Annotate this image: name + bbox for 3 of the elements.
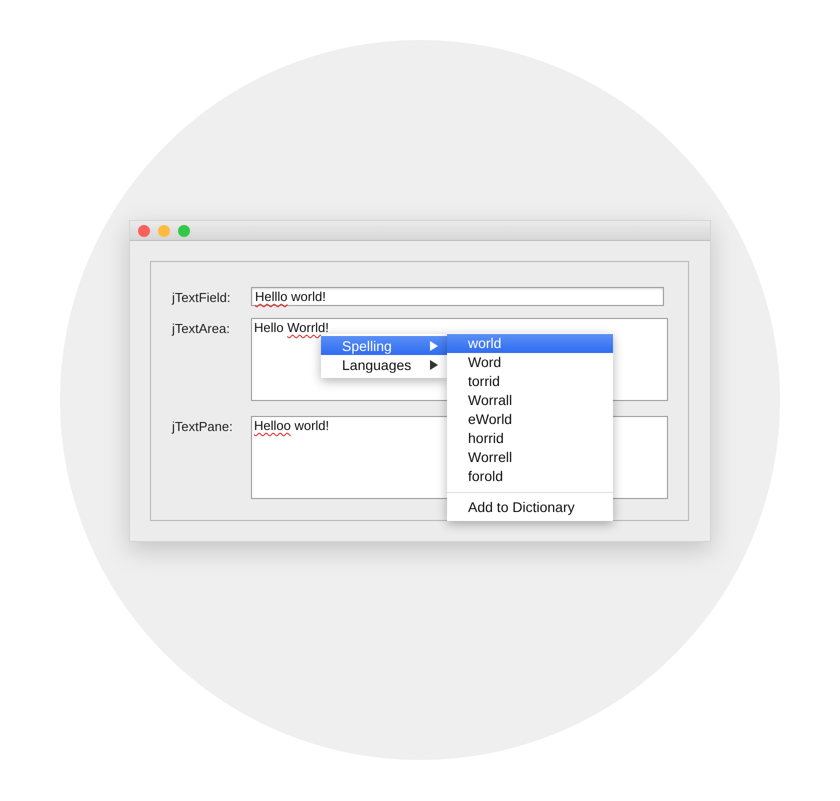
field-label: jTextField:	[172, 289, 232, 305]
field-label: jTextArea:	[172, 320, 231, 336]
field-label: jTextPane:	[172, 418, 234, 434]
